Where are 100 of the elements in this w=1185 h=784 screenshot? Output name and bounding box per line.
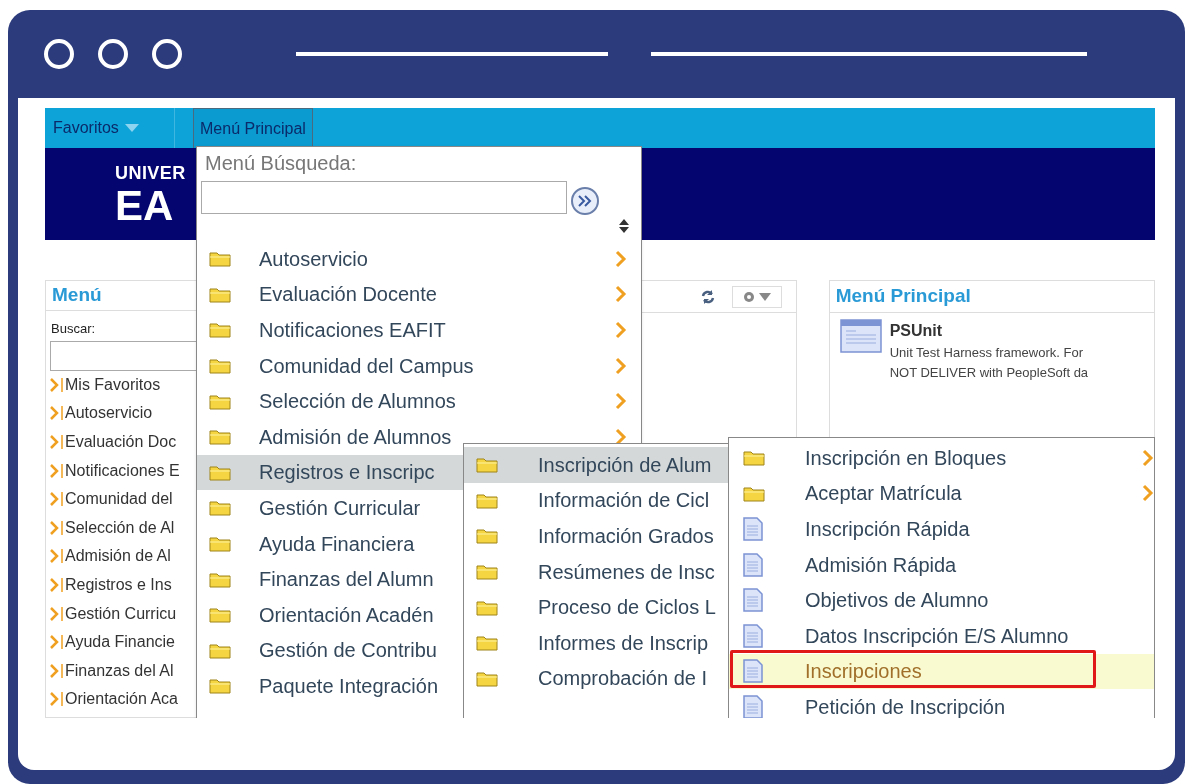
folder-icon bbox=[209, 463, 231, 481]
item-title[interactable]: PSUnit bbox=[889, 319, 1089, 343]
menu-item[interactable]: Autoservicio bbox=[197, 241, 641, 277]
document-icon bbox=[743, 517, 763, 541]
folder-icon bbox=[476, 634, 498, 652]
window-icon bbox=[839, 319, 882, 353]
folder-icon bbox=[476, 456, 498, 474]
menu-item[interactable]: Comunidad del Campus bbox=[197, 347, 641, 384]
folder-icon bbox=[209, 499, 231, 517]
caret-icon bbox=[758, 292, 771, 301]
menu-link[interactable]: Comunidad del bbox=[64, 487, 173, 512]
sort-icon bbox=[619, 219, 629, 233]
item-description: NOT DELIVER with PeopleSoft da bbox=[889, 364, 1089, 382]
chevron-icon bbox=[615, 356, 627, 375]
folder-icon bbox=[209, 428, 231, 446]
chevron-icon bbox=[50, 548, 64, 565]
chevron-icon bbox=[50, 405, 64, 422]
search-field[interactable] bbox=[201, 180, 567, 214]
document-icon bbox=[743, 694, 763, 718]
folder-icon bbox=[476, 527, 498, 545]
window-dot-icon bbox=[43, 38, 75, 70]
menu-link[interactable]: Orientación Aca bbox=[64, 687, 178, 712]
folder-icon bbox=[209, 606, 231, 624]
folder-icon bbox=[476, 491, 498, 509]
menu-item[interactable]: Aceptar Matrícula bbox=[729, 475, 1154, 512]
chevron-icon bbox=[615, 427, 627, 446]
chevron-icon bbox=[50, 434, 64, 450]
chevron-icon bbox=[50, 634, 64, 651]
go-button[interactable] bbox=[571, 187, 599, 215]
chevron-icon bbox=[50, 691, 64, 708]
search-field[interactable] bbox=[50, 340, 199, 371]
menu-item[interactable]: Resúmenes de Insc bbox=[464, 553, 730, 590]
window-dot-icon bbox=[97, 38, 129, 70]
menu-link[interactable]: Ayuda Financie bbox=[64, 630, 175, 655]
chevron-icon bbox=[50, 462, 64, 479]
nav-tab[interactable]: Menú Principal bbox=[193, 108, 313, 148]
folder-icon bbox=[209, 285, 231, 303]
search-label: Buscar: bbox=[50, 320, 97, 338]
folder-icon bbox=[476, 669, 498, 687]
menu-item[interactable]: Admisión Rápida bbox=[729, 546, 1154, 583]
settings-icon bbox=[742, 290, 755, 303]
menu-item[interactable]: Proceso de Ciclos L bbox=[464, 589, 730, 625]
menu-link[interactable]: Notificaciones E bbox=[64, 458, 180, 483]
folder-icon bbox=[209, 250, 231, 268]
folder-icon bbox=[476, 563, 498, 581]
caret-icon bbox=[124, 124, 139, 132]
menu-link[interactable]: Autoservicio bbox=[64, 401, 153, 426]
folder-icon bbox=[209, 392, 231, 410]
folder-icon bbox=[476, 598, 498, 616]
window-dot-icon bbox=[151, 38, 183, 70]
menu-item[interactable]: Notificaciones EAFIT bbox=[197, 312, 641, 348]
menu-link[interactable]: Mis Favoritos bbox=[64, 372, 161, 397]
chevron-icon bbox=[615, 249, 627, 268]
menu-item[interactable]: Informes de Inscrip bbox=[464, 624, 730, 661]
chevron-icon bbox=[50, 376, 64, 393]
chevron-icon bbox=[50, 491, 64, 508]
chevron-icon bbox=[615, 285, 627, 304]
chevron-icon bbox=[615, 321, 627, 339]
settings-button[interactable] bbox=[731, 285, 782, 308]
menu-item[interactable]: Comprobación de I bbox=[464, 660, 730, 697]
logo-text: UNIVER bbox=[115, 162, 186, 184]
menu-item[interactable]: Inscripción de Alum bbox=[464, 447, 730, 483]
logo-text: EA bbox=[115, 184, 174, 228]
menu-item[interactable]: Datos Inscripción E/S Alumno bbox=[729, 617, 1154, 654]
menu-item[interactable]: Información Grados bbox=[464, 518, 730, 554]
menu-link[interactable]: Evaluación Doc bbox=[64, 430, 177, 454]
chevron-icon bbox=[1142, 448, 1154, 467]
chevron-icon bbox=[50, 605, 64, 622]
chevron-icon bbox=[1142, 484, 1154, 503]
folder-icon bbox=[743, 449, 765, 467]
folder-icon bbox=[209, 641, 231, 659]
chevron-icon bbox=[50, 576, 64, 593]
folder-icon bbox=[209, 535, 231, 553]
menu-link[interactable]: Finanzas del Al bbox=[64, 658, 174, 683]
menu-link[interactable]: Admisión de Al bbox=[64, 544, 171, 569]
search-label: Menú Búsqueda: bbox=[204, 151, 358, 175]
menu-link[interactable]: Gestión Curricu bbox=[64, 601, 177, 626]
folder-icon bbox=[209, 321, 231, 339]
folder-icon bbox=[209, 677, 231, 695]
chevron-icon bbox=[615, 392, 627, 411]
chevron-icon bbox=[50, 519, 64, 536]
double-chevron-icon bbox=[578, 195, 592, 207]
menu-link[interactable]: Selección de Al bbox=[64, 515, 175, 540]
folder-icon bbox=[209, 570, 231, 588]
item-description: Unit Test Harness framework. For bbox=[889, 344, 1084, 362]
document-icon bbox=[743, 623, 763, 648]
menu-item[interactable]: Petición de Inscripción bbox=[729, 689, 1154, 718]
document-icon bbox=[743, 659, 763, 684]
menu-item[interactable]: Selección de Alumnos bbox=[197, 383, 641, 419]
menu-item[interactable]: Objetivos de Alumno bbox=[729, 582, 1154, 618]
folder-icon bbox=[209, 357, 231, 375]
menu-link[interactable]: Registros e Ins bbox=[64, 572, 172, 597]
menu-item[interactable]: Inscripción en Bloques bbox=[729, 440, 1154, 476]
menu-item[interactable]: Inscripción Rápida bbox=[729, 511, 1154, 547]
panel-title: Menú Principal bbox=[829, 281, 1154, 313]
document-icon bbox=[743, 588, 763, 613]
chevron-icon bbox=[50, 662, 64, 679]
document-icon bbox=[743, 552, 763, 577]
refresh-icon bbox=[699, 288, 716, 305]
menu-item[interactable]: Inscripciones bbox=[729, 653, 1154, 690]
